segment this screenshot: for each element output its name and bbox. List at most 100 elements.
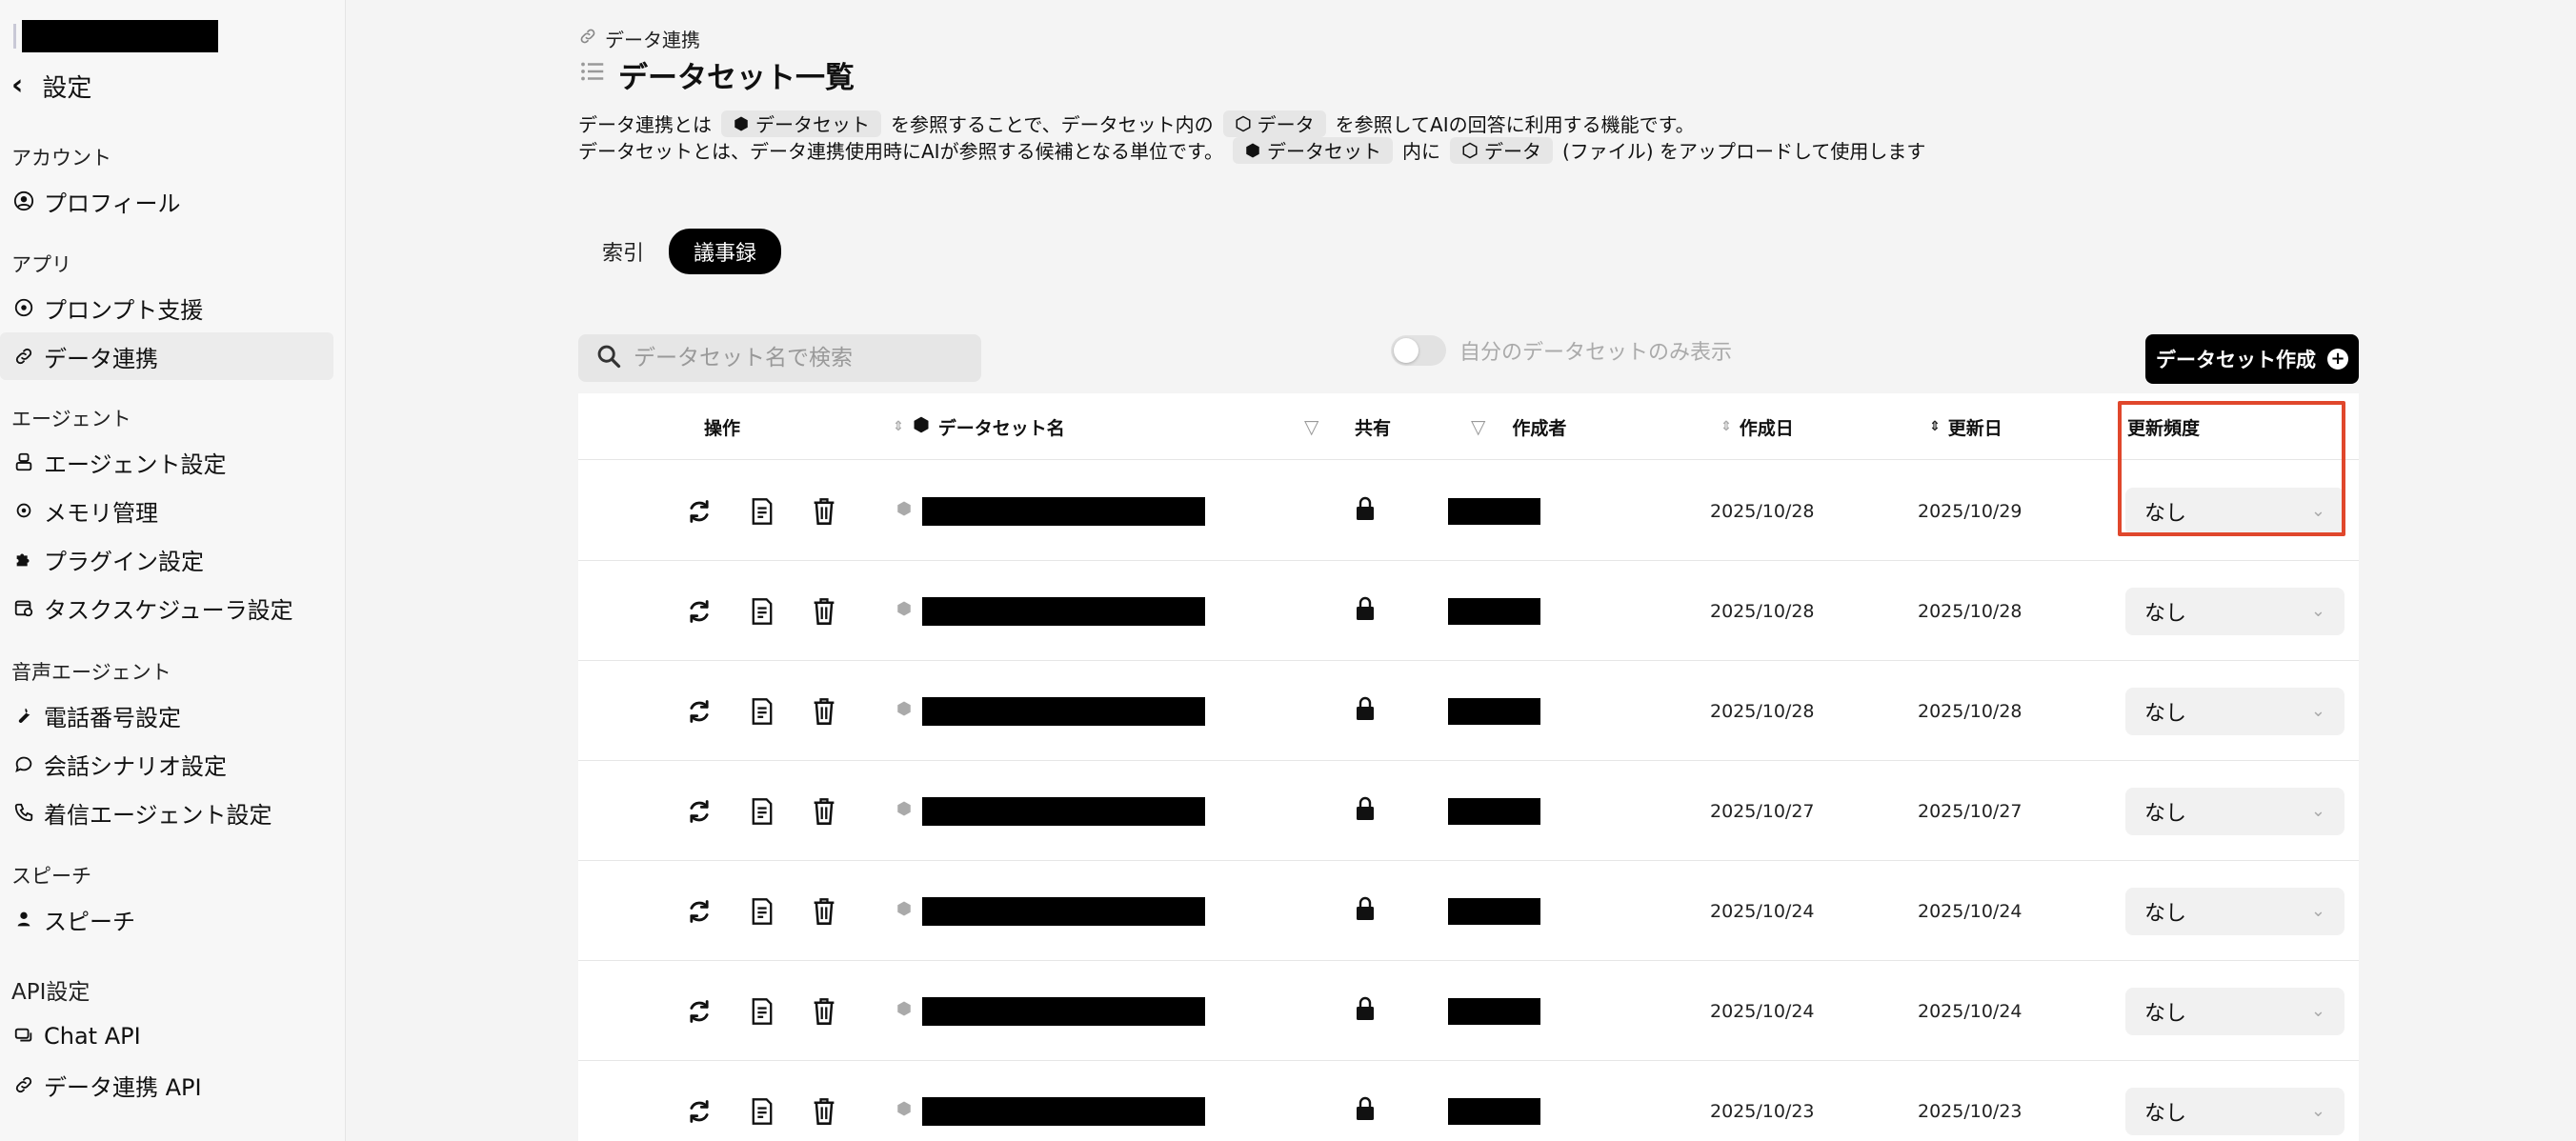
sidebar-item-incoming-agent[interactable]: 着信エージェント設定: [0, 789, 333, 836]
header-created[interactable]: ⇕ 作成日: [1721, 393, 1794, 460]
sidebar-item-profile[interactable]: プロフィール: [0, 177, 333, 225]
document-icon[interactable]: [747, 996, 777, 1027]
author-redacted: [1448, 997, 1540, 1025]
sidebar-item-agent-settings[interactable]: エージェント設定: [0, 438, 333, 486]
chevron-down-icon: ⌄: [2310, 1001, 2325, 1021]
back-to-settings[interactable]: ‹ 設定: [11, 67, 91, 105]
refresh-icon[interactable]: [684, 796, 714, 827]
refresh-icon[interactable]: [684, 596, 714, 627]
my-datasets-toggle[interactable]: 自分のデータセットのみ表示: [1391, 335, 1732, 366]
section-agent: エージェント: [11, 408, 131, 430]
trash-icon[interactable]: [809, 696, 839, 727]
chevron-down-icon: ⌄: [2310, 501, 2325, 521]
breadcrumb[interactable]: データ連携: [578, 25, 700, 52]
refresh-icon[interactable]: [684, 496, 714, 527]
document-icon[interactable]: [747, 696, 777, 727]
sidebar-item-conversation-scenario[interactable]: 会話シナリオ設定: [0, 740, 333, 788]
header-updated[interactable]: ⇕ 更新日: [1929, 393, 2002, 460]
tab-minutes[interactable]: 議事録: [669, 229, 782, 274]
section-voice-agent: 音声エージェント: [11, 661, 171, 684]
sort-icon[interactable]: ⇕: [1929, 420, 1941, 433]
sort-icon[interactable]: ⇕: [1721, 420, 1732, 433]
sidebar-item-memory[interactable]: メモリ管理: [0, 487, 333, 534]
name-filter[interactable]: ▽: [1304, 393, 1318, 460]
dataset-chip: データセット: [721, 110, 881, 137]
document-icon[interactable]: [747, 496, 777, 527]
plus-circle-icon: +: [2327, 349, 2348, 370]
document-icon[interactable]: [747, 596, 777, 627]
dataset-name-redacted[interactable]: [922, 896, 1205, 926]
trash-icon[interactable]: [809, 996, 839, 1027]
search-icon: [595, 343, 622, 373]
chevron-left-icon: ‹: [11, 69, 24, 102]
section-api: API設定: [11, 980, 91, 1005]
lock-icon: [1354, 895, 1377, 927]
dataset-name-redacted[interactable]: [922, 796, 1205, 826]
trash-icon[interactable]: [809, 496, 839, 527]
document-icon[interactable]: [747, 1096, 777, 1127]
refresh-icon[interactable]: [684, 996, 714, 1027]
filter-icon[interactable]: ▽: [1304, 415, 1318, 438]
sidebar-item-chat-api[interactable]: Chat API: [0, 1012, 333, 1060]
dataset-name-redacted[interactable]: [922, 696, 1205, 726]
data-chip: データ: [1449, 136, 1553, 164]
frequency-select[interactable]: なし ⌄: [2125, 887, 2345, 935]
frequency-select[interactable]: なし ⌄: [2125, 487, 2345, 535]
search-input[interactable]: [634, 346, 957, 370]
search-box[interactable]: [578, 334, 981, 382]
list-icon: [578, 57, 607, 93]
frequency-select[interactable]: なし ⌄: [2125, 787, 2345, 835]
header-share: 共有: [1355, 417, 1392, 439]
dataset-name-redacted[interactable]: [922, 496, 1205, 526]
trash-icon[interactable]: [809, 1096, 839, 1127]
settings-title: 設定: [42, 73, 92, 103]
sidebar-item-data-integration[interactable]: データ連携: [0, 332, 333, 380]
author-redacted: [1448, 1097, 1540, 1125]
author-redacted: [1448, 797, 1540, 825]
table-header: 操作 ⇕ データセット名 ▽ 共有 ▽ 作成者 ⇕ 作成日 ⇕ 更新日 更新頻度: [578, 393, 2359, 460]
cube-icon: [896, 600, 913, 622]
updated-date: 2025/10/27: [1918, 800, 2023, 822]
prompt-icon: [11, 295, 36, 320]
page-title: データセット一覧: [578, 53, 855, 96]
sidebar-item-task-scheduler[interactable]: タスクスケジューラ設定: [0, 584, 333, 631]
frequency-select[interactable]: なし ⌄: [2125, 687, 2345, 735]
sidebar-item-prompt-support[interactable]: プロンプト支援: [0, 284, 333, 331]
sidebar-item-data-integration-api[interactable]: データ連携 API: [0, 1061, 333, 1109]
chevron-down-icon: ⌄: [2310, 801, 2325, 821]
frequency-select[interactable]: なし ⌄: [2125, 587, 2345, 635]
updated-date: 2025/10/23: [1918, 1100, 2023, 1122]
table-row: 2025/10/27 2025/10/27 なし ⌄: [578, 761, 2359, 861]
trash-icon[interactable]: [809, 896, 839, 927]
table-row: 2025/10/24 2025/10/24 なし ⌄: [578, 961, 2359, 1061]
cube-icon: [912, 415, 931, 439]
toggle-switch[interactable]: [1391, 335, 1446, 366]
lock-icon: [1354, 495, 1377, 527]
header-name[interactable]: ⇕ データセット名: [893, 393, 1065, 460]
dataset-table: 操作 ⇕ データセット名 ▽ 共有 ▽ 作成者 ⇕ 作成日 ⇕ 更新日 更新頻度…: [578, 393, 2359, 1141]
refresh-icon[interactable]: [684, 696, 714, 727]
filter-icon[interactable]: ▽: [1471, 415, 1485, 438]
refresh-icon[interactable]: [684, 896, 714, 927]
header-author[interactable]: ▽ 作成者: [1471, 393, 1566, 460]
sidebar-item-speech[interactable]: スピーチ: [0, 895, 333, 943]
sidebar-item-plugins[interactable]: プラグイン設定: [0, 535, 333, 583]
document-icon[interactable]: [747, 796, 777, 827]
author-redacted: [1448, 697, 1540, 725]
sort-icon[interactable]: ⇕: [893, 420, 904, 433]
created-date: 2025/10/28: [1710, 700, 1815, 722]
dataset-name-redacted[interactable]: [922, 1096, 1205, 1126]
header-frequency: 更新頻度: [2127, 417, 2201, 439]
frequency-select[interactable]: なし ⌄: [2125, 987, 2345, 1035]
sidebar-item-phone-number[interactable]: 電話番号設定: [0, 691, 333, 739]
trash-icon[interactable]: [809, 796, 839, 827]
trash-icon[interactable]: [809, 596, 839, 627]
dataset-name-redacted[interactable]: [922, 996, 1205, 1026]
create-dataset-button[interactable]: データセット作成 +: [2145, 334, 2359, 384]
refresh-icon[interactable]: [684, 1096, 714, 1127]
frequency-select[interactable]: なし ⌄: [2125, 1087, 2345, 1135]
tab-index[interactable]: 索引: [591, 229, 655, 274]
document-icon[interactable]: [747, 896, 777, 927]
dataset-name-redacted[interactable]: [922, 596, 1205, 626]
header-actions: 操作: [704, 417, 741, 439]
